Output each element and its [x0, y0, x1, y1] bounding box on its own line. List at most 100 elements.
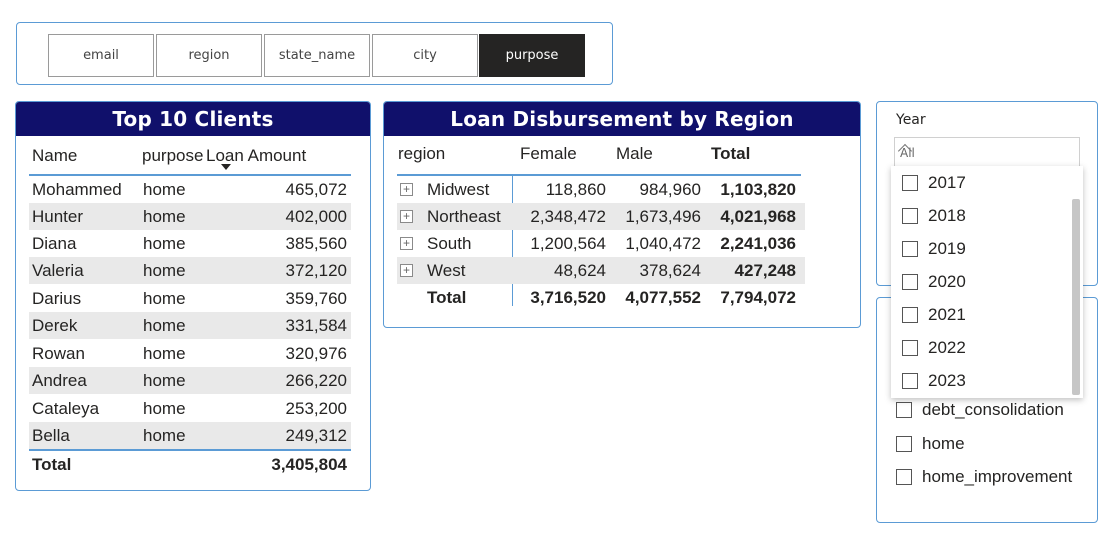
year-dropdown-list: 2017 2018 2019 2020 2021 2022 2023 — [891, 166, 1083, 398]
checkbox-icon — [902, 373, 918, 389]
matrix-row-south[interactable]: + South 1,200,564 1,040,472 2,241,036 — [397, 230, 805, 257]
cell-name: Diana — [32, 233, 77, 253]
table-row[interactable]: Rowan home 320,976 — [29, 340, 351, 367]
cell-male: 1,040,472 — [625, 234, 701, 253]
cell-name: Darius — [32, 288, 82, 308]
purpose-option-debt-consolidation[interactable]: debt_consolidation — [896, 399, 1064, 421]
cell-amount: 253,200 — [285, 398, 347, 418]
field-button-state-name[interactable]: state_name — [264, 34, 370, 77]
cell-name: Cataleya — [32, 398, 100, 418]
year-option-2018[interactable]: 2018 — [902, 205, 966, 227]
checkbox-icon — [902, 274, 918, 290]
total-label: Total — [32, 455, 72, 474]
cell-amount: 249,312 — [285, 425, 347, 445]
table-row[interactable]: Valeria home 372,120 — [29, 257, 351, 284]
matrix-row-west[interactable]: + West 48,624 378,624 427,248 — [397, 257, 805, 284]
cell-purpose: home — [143, 233, 186, 253]
top-clients-table: Top 10 Clients Name purpose Loan Amount … — [15, 101, 371, 491]
cell-male: 984,960 — [639, 180, 701, 199]
year-option-2022[interactable]: 2022 — [902, 337, 966, 359]
header-purpose[interactable]: purpose — [142, 146, 203, 166]
year-option-label: 2021 — [928, 305, 966, 324]
expand-icon[interactable]: + — [400, 210, 413, 223]
year-option-2021[interactable]: 2021 — [902, 304, 966, 326]
cell-male: 1,673,496 — [625, 207, 701, 226]
dropdown-scrollbar[interactable] — [1072, 199, 1080, 395]
field-button-email[interactable]: email — [48, 34, 154, 77]
header-name[interactable]: Name — [32, 146, 77, 166]
checkbox-icon — [902, 241, 918, 257]
field-button-region[interactable]: region — [156, 34, 262, 77]
year-slicer-title: Year — [896, 112, 926, 128]
year-option-label: 2018 — [928, 206, 966, 225]
table-row[interactable]: Mohammed home 465,072 — [29, 176, 351, 203]
cell-purpose: home — [143, 288, 186, 308]
purpose-option-home[interactable]: home — [896, 433, 965, 455]
expand-icon[interactable]: + — [400, 237, 413, 250]
year-option-2020[interactable]: 2020 — [902, 271, 966, 293]
expand-icon[interactable]: + — [400, 264, 413, 277]
cell-amount: 385,560 — [285, 233, 347, 253]
cell-amount: 402,000 — [285, 206, 347, 226]
checkbox-icon — [896, 469, 912, 485]
cell-name: Andrea — [32, 370, 87, 390]
year-dropdown[interactable]: All — [894, 137, 1080, 167]
total-row: Total 3,405,804 — [29, 451, 351, 479]
cell-amount: 320,976 — [285, 343, 347, 363]
cell-name: Hunter — [32, 206, 84, 226]
table-row[interactable]: Darius home 359,760 — [29, 285, 351, 312]
year-option-label: 2020 — [928, 272, 966, 291]
header-loan-amount[interactable]: Loan Amount — [206, 146, 306, 166]
checkbox-icon — [902, 175, 918, 191]
cell-purpose: home — [143, 206, 186, 226]
matrix-total-row: Total 3,716,520 4,077,552 7,794,072 — [397, 284, 805, 311]
field-button-purpose[interactable]: purpose — [479, 34, 585, 77]
checkbox-icon — [902, 307, 918, 323]
cell-total: 427,248 — [734, 261, 796, 280]
total-male: 4,077,552 — [625, 288, 701, 307]
matrix-row-midwest[interactable]: + Midwest 118,860 984,960 1,103,820 — [397, 176, 805, 203]
year-option-label: 2017 — [928, 173, 966, 192]
table-row[interactable]: Andrea home 266,220 — [29, 367, 351, 394]
cell-region: Northeast — [427, 207, 501, 226]
matrix-row-northeast[interactable]: + Northeast 2,348,472 1,673,496 4,021,96… — [397, 203, 805, 230]
table-row[interactable]: Bella home 249,312 — [29, 422, 351, 449]
cell-female: 1,200,564 — [530, 234, 606, 253]
header-total[interactable]: Total — [711, 144, 750, 164]
checkbox-icon — [896, 402, 912, 418]
year-option-2017[interactable]: 2017 — [902, 172, 966, 194]
purpose-option-label: home — [922, 434, 965, 453]
header-female[interactable]: Female — [520, 144, 577, 164]
cell-purpose: home — [143, 343, 186, 363]
table-row[interactable]: Hunter home 402,000 — [29, 203, 351, 230]
field-button-city[interactable]: city — [372, 34, 478, 77]
cell-purpose: home — [143, 179, 186, 199]
total-value: 3,405,804 — [271, 455, 347, 474]
table-row[interactable]: Derek home 331,584 — [29, 312, 351, 339]
cell-purpose: home — [143, 315, 186, 335]
cell-amount: 372,120 — [285, 260, 347, 280]
purpose-option-home-improvement[interactable]: home_improvement — [896, 466, 1072, 488]
checkbox-icon — [902, 340, 918, 356]
cell-name: Derek — [32, 315, 78, 335]
region-matrix: Loan Disbursement by Region region Femal… — [383, 101, 861, 328]
cell-amount: 465,072 — [285, 179, 347, 199]
year-option-label: 2019 — [928, 239, 966, 258]
year-option-label: 2023 — [928, 371, 966, 390]
cell-total: 4,021,968 — [720, 207, 796, 226]
cell-name: Bella — [32, 425, 70, 445]
table-row[interactable]: Cataleya home 253,200 — [29, 395, 351, 422]
header-region[interactable]: region — [398, 144, 445, 164]
expand-icon[interactable]: + — [400, 183, 413, 196]
cell-amount: 359,760 — [285, 288, 347, 308]
field-parameter-slicer: email region state_name city purpose — [16, 22, 613, 85]
cell-total: 1,103,820 — [720, 180, 796, 199]
header-male[interactable]: Male — [616, 144, 653, 164]
year-option-label: 2022 — [928, 338, 966, 357]
cell-purpose: home — [143, 425, 186, 445]
cell-name: Rowan — [32, 343, 85, 363]
checkbox-icon — [896, 436, 912, 452]
year-option-2019[interactable]: 2019 — [902, 238, 966, 260]
year-option-2023[interactable]: 2023 — [902, 370, 966, 392]
table-row[interactable]: Diana home 385,560 — [29, 230, 351, 257]
